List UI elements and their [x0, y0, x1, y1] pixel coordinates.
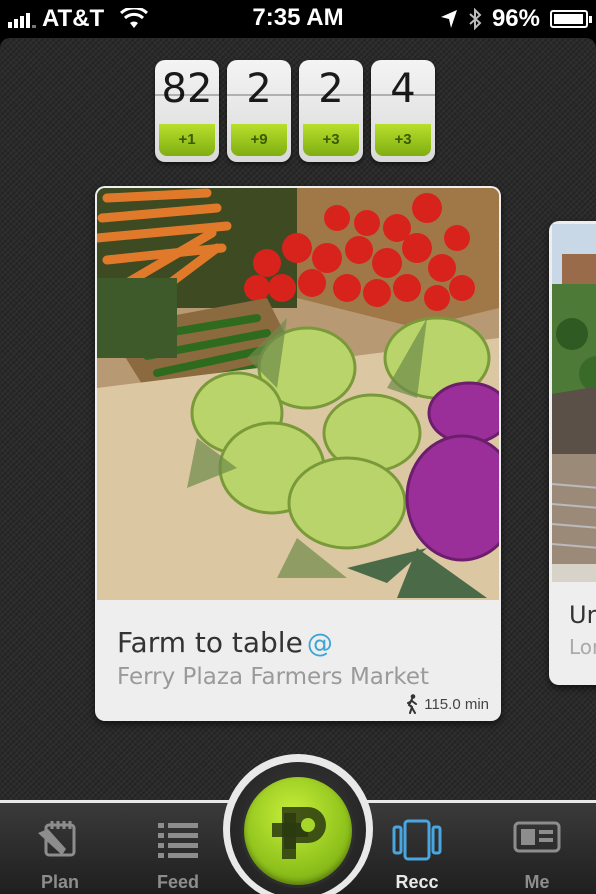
checkin-at-icon[interactable]: @	[307, 629, 333, 659]
next-card-title: Ur	[569, 601, 596, 629]
me-profile-card-icon	[513, 821, 561, 853]
counter-value: 4	[390, 66, 416, 112]
counter-2: 2 +9	[227, 60, 291, 162]
tab-feed[interactable]: Feed	[128, 811, 228, 894]
counter-value: 82	[161, 66, 213, 112]
tab-me[interactable]: Me	[487, 811, 587, 894]
card-title: Farm to table @	[117, 626, 333, 659]
recommendation-card[interactable]: Farm to table @ Ferry Plaza Farmers Marke…	[95, 186, 501, 721]
counter-3: 2 +3	[299, 60, 363, 162]
counter-4: 4 +3	[371, 60, 435, 162]
counter-delta: +3	[303, 124, 359, 156]
status-bar: AT&T 7:35 AM 96%	[0, 0, 596, 38]
battery-icon	[550, 10, 592, 28]
card-title-text: Farm to table	[117, 626, 303, 659]
bluetooth-icon	[469, 8, 482, 30]
counter-delta: +3	[375, 124, 431, 156]
tab-recc[interactable]: Recc	[367, 811, 467, 894]
next-recommendation-card[interactable]: Ur Lor	[549, 221, 596, 685]
tab-plan[interactable]: Plan	[10, 811, 110, 894]
walking-time: 115.0 min	[424, 695, 489, 713]
tab-feed-label: Feed	[156, 872, 199, 892]
location-arrow-icon	[440, 10, 457, 28]
counter-value: 2	[246, 66, 272, 112]
lombard-street-image	[552, 224, 596, 582]
counter-delta: +1	[159, 124, 215, 156]
score-counters: 82 +1 2 +9 2 +3 4 +3	[155, 60, 435, 162]
tab-recc-label: Recc	[395, 872, 439, 892]
card-location: Ferry Plaza Farmers Market	[117, 664, 430, 690]
counter-1: 82 +1	[155, 60, 219, 162]
counter-value: 2	[318, 66, 344, 112]
battery-percent: 96%	[491, 5, 540, 32]
plus-p-logo-icon	[272, 807, 326, 859]
tab-me-label: Me	[524, 872, 550, 892]
tab-plan-label: Plan	[40, 872, 79, 892]
walking-person-icon	[407, 694, 418, 714]
next-card-subtitle: Lor	[569, 635, 596, 659]
walking-distance: 115.0 min	[404, 694, 489, 714]
next-card-photo	[552, 224, 596, 582]
status-right: 96%	[440, 5, 592, 33]
recc-cards-icon	[392, 819, 442, 861]
counter-delta: +9	[231, 124, 287, 156]
feed-list-icon	[158, 823, 198, 858]
checkin-plus-button[interactable]	[244, 777, 352, 885]
farmers-market-produce-image	[97, 188, 499, 600]
card-photo	[97, 188, 499, 600]
main-content: 82 +1 2 +9 2 +3 4 +3 Farm to table @ Fer…	[0, 38, 596, 800]
plan-pencil-icon	[38, 821, 76, 857]
